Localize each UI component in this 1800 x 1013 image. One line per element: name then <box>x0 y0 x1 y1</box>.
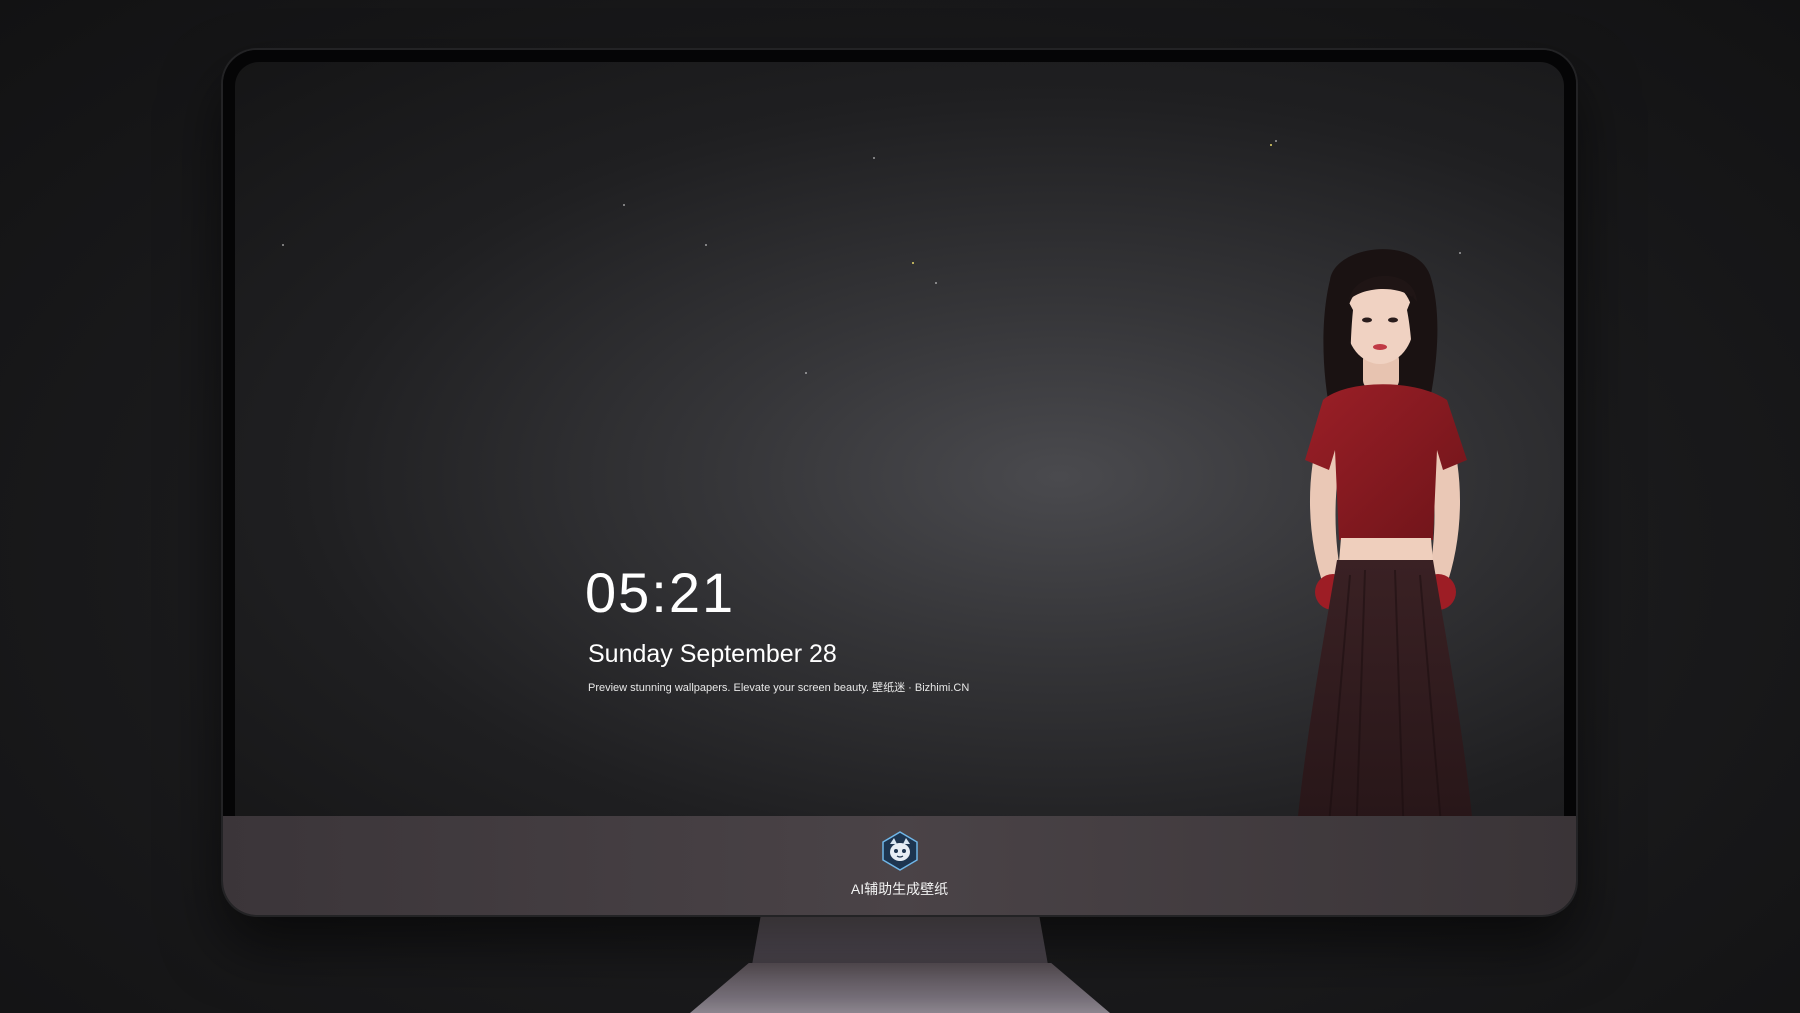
monitor-stand-base <box>690 963 1110 1013</box>
clock-time: 05:21 <box>585 561 736 624</box>
clock-date: Sunday September 28 <box>588 640 837 668</box>
wallpaper-woman-figure <box>1293 249 1477 859</box>
chin-label: AI辅助生成壁纸 <box>850 881 949 897</box>
monitor-stand-neck <box>752 915 1048 965</box>
wallpaper-star <box>805 372 807 374</box>
desktop-scene: 05:21 Sunday September 28 Preview stunni… <box>0 0 1800 1013</box>
wallpaper-star <box>623 204 625 206</box>
desktop-screen[interactable]: 05:21 Sunday September 28 Preview stunni… <box>235 62 1564 859</box>
monitor-chin: AI辅助生成壁纸 <box>223 816 1576 915</box>
wallpaper-star <box>1270 144 1272 146</box>
wallpaper-star <box>1275 140 1277 142</box>
monitor: 05:21 Sunday September 28 Preview stunni… <box>223 50 1576 915</box>
wallpaper-star <box>705 244 707 246</box>
cat-robot-logo-icon <box>881 831 918 871</box>
wallpaper-star <box>912 262 914 264</box>
wallpaper-star <box>282 244 284 246</box>
wallpaper-tagline: Preview stunning wallpapers. Elevate you… <box>588 682 970 694</box>
wallpaper-star <box>935 282 937 284</box>
wallpaper-star <box>873 157 875 159</box>
